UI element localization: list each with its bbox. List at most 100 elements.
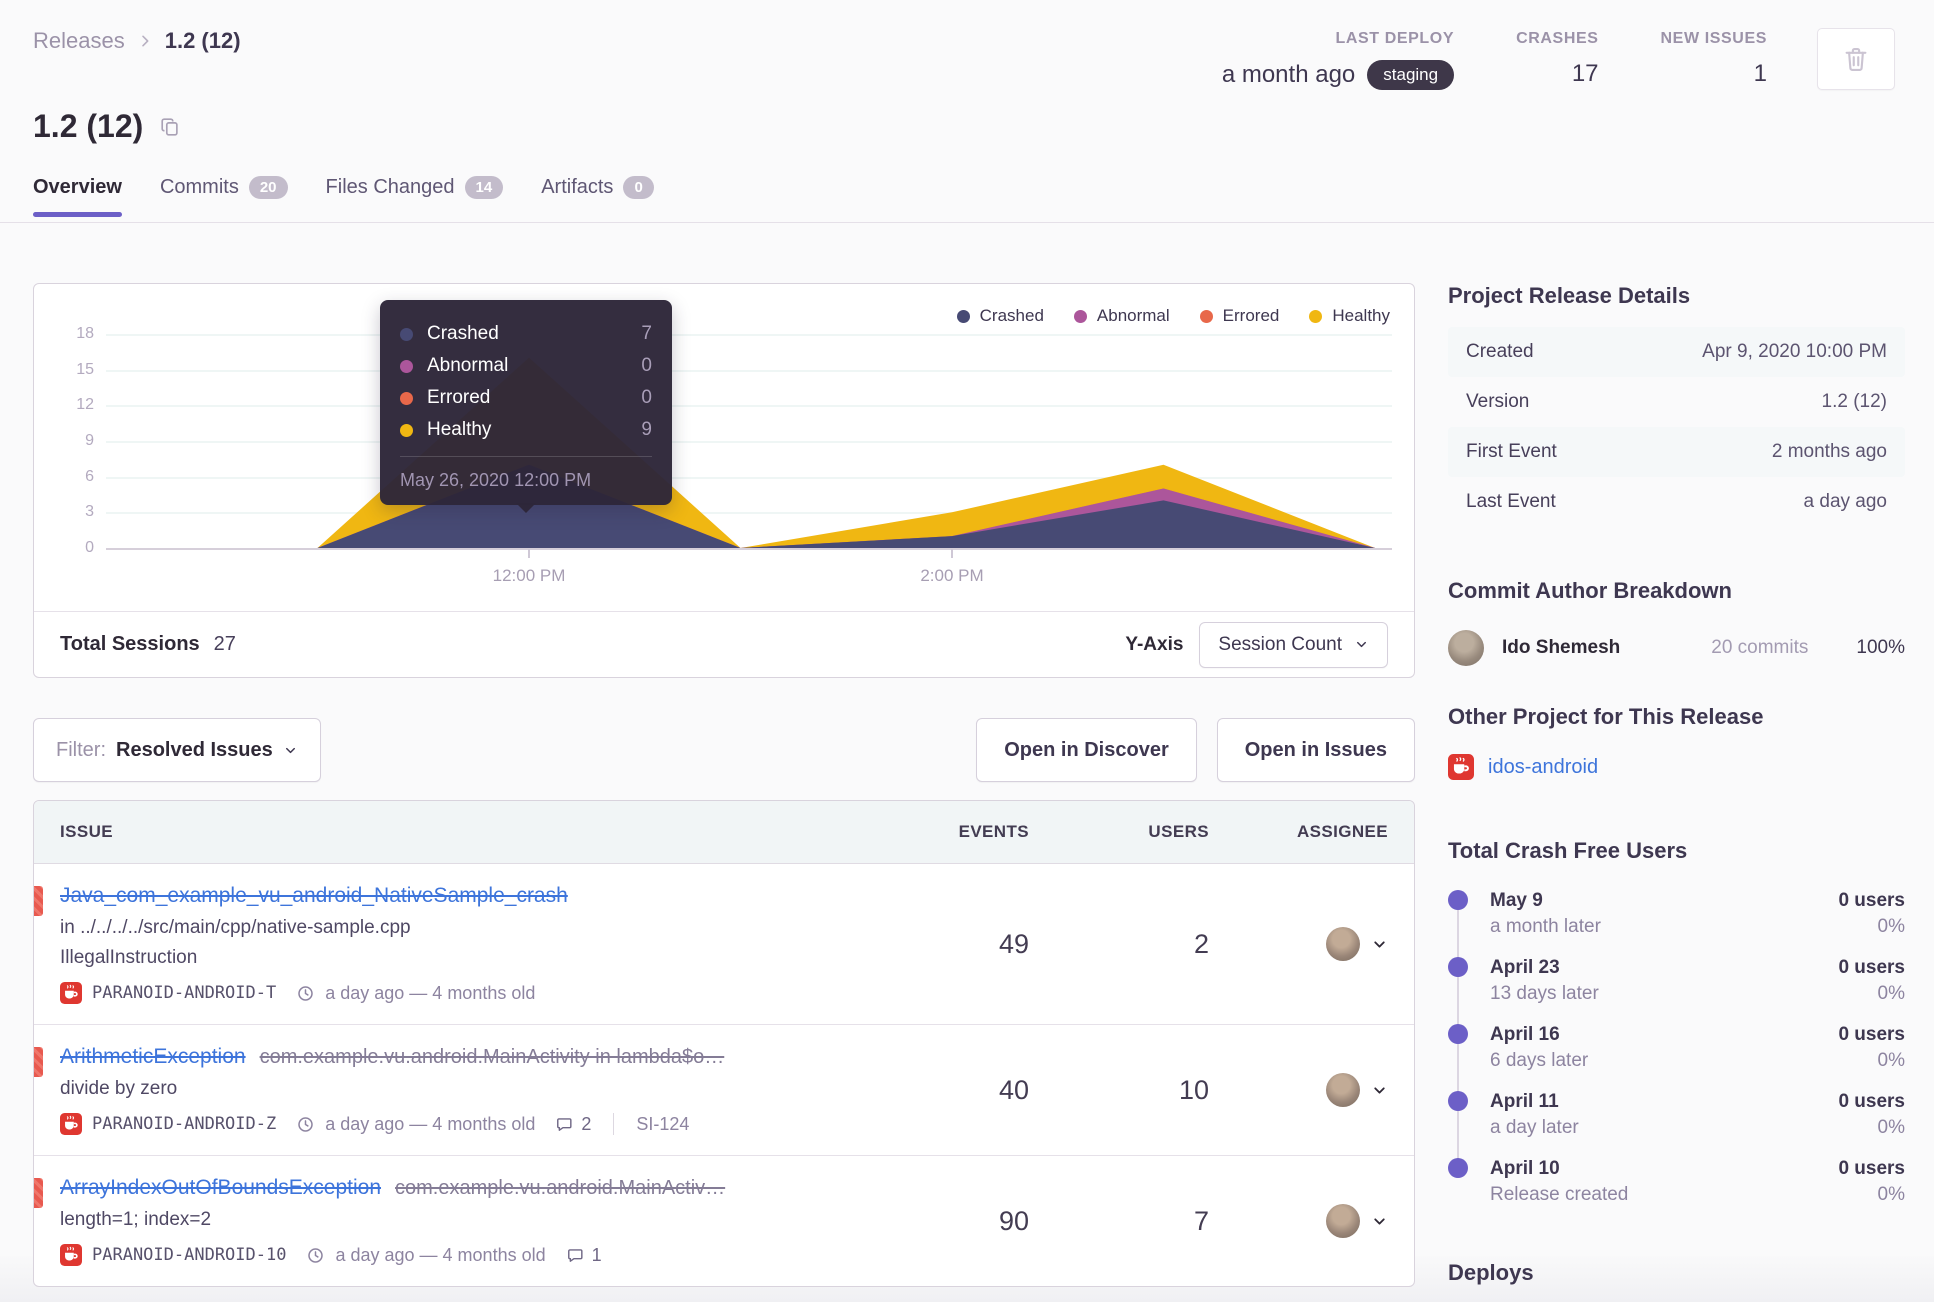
healthy-dot-icon [1309, 309, 1323, 323]
release-overview-page: Releases 1.2 (12) LAST DEPLOY a month ag… [0, 0, 1934, 1302]
timeline-percent: 0% [1877, 983, 1905, 1004]
legend-item-healthy[interactable]: Healthy [1309, 306, 1390, 326]
timeline-dot-icon [1448, 890, 1468, 910]
x-axis-tick-mark [951, 549, 953, 558]
legend-item-errored[interactable]: Errored [1199, 306, 1280, 326]
detail-row: Version 1.2 (12) [1448, 377, 1905, 427]
tab-files-changed[interactable]: Files Changed 14 [326, 176, 504, 215]
assignee-chevron-icon[interactable] [1371, 1213, 1388, 1230]
issue-link[interactable]: ArithmeticException [60, 1045, 246, 1068]
section-title: Project Release Details [1448, 283, 1691, 308]
chart-legend: Crashed Abnormal Errored Healthy [956, 306, 1390, 326]
issue-link[interactable]: Java_com_example_vu_android_NativeSample… [60, 884, 568, 907]
chart-tooltip: Crashed 7 Abnormal 0 Errored 0 Healthy 9 [380, 300, 672, 513]
timeline-percent: 0% [1877, 916, 1905, 937]
page-title: 1.2 (12) [33, 108, 144, 144]
tab-label: Files Changed [325, 176, 455, 198]
legend-item-crashed[interactable]: Crashed [956, 306, 1044, 326]
delete-release-button[interactable] [1817, 28, 1895, 90]
unhandled-indicator [34, 1047, 43, 1077]
sessions-chart-card: 18 15 12 9 6 3 0 12:00 PM 2:00 PM Crashe… [33, 283, 1415, 678]
last-deploy-value: a month ago [1221, 61, 1356, 89]
crashes-value: 17 [1571, 60, 1599, 87]
issue-age: a day ago — 4 months old [335, 1244, 546, 1265]
avatar [1326, 1073, 1360, 1107]
abnormal-dot-icon [400, 359, 413, 373]
java-platform-icon [60, 1244, 82, 1266]
open-in-issues-button[interactable]: Open in Issues [1216, 718, 1415, 782]
release-title-row: 1.2 (12) [33, 108, 183, 145]
timeline-dot-icon [1448, 957, 1468, 977]
detail-label: Last Event [1466, 491, 1556, 512]
java-platform-icon [60, 982, 82, 1004]
author-percent: 100% [1856, 637, 1905, 658]
comment-icon [555, 1115, 574, 1134]
issue-link[interactable]: ArrayIndexOutOfBoundsException [60, 1176, 381, 1199]
detail-label: Version [1466, 391, 1530, 412]
detail-label: Created [1466, 341, 1534, 362]
tab-commits[interactable]: Commits 20 [160, 176, 288, 215]
crashed-dot-icon [400, 327, 413, 341]
other-project-section: Other Project for This Release idos-andr… [1448, 704, 1905, 780]
chevron-down-icon [283, 743, 298, 758]
commit-author-breakdown-section: Commit Author Breakdown Ido Shemesh 20 c… [1448, 578, 1905, 666]
issue-location: in ../../../../src/main/cpp/native-sampl… [60, 917, 411, 938]
list-item: April 11 a day later 0 users 0% [1448, 1089, 1905, 1141]
issues-filter-select[interactable]: Filter: Resolved Issues [33, 718, 321, 782]
x-axis-tick-mark [528, 549, 530, 558]
timeline-dot-icon [1448, 1024, 1468, 1044]
issue-message: length=1; index=2 [60, 1209, 212, 1230]
stat-label: LAST DEPLOY [1335, 30, 1455, 47]
timeline-users: 0 users [1838, 1024, 1905, 1045]
tooltip-value: 0 [641, 355, 652, 376]
issue-age: a day ago — 4 months old [325, 1113, 536, 1134]
x-axis-line [106, 548, 1392, 550]
copy-icon [159, 116, 181, 138]
legend-label: Abnormal [1096, 306, 1170, 325]
tab-overview[interactable]: Overview [33, 176, 122, 217]
tab-artifacts[interactable]: Artifacts 0 [541, 176, 654, 215]
trash-icon [1841, 44, 1871, 74]
clock-icon [296, 984, 315, 1003]
detail-label: First Event [1466, 441, 1557, 462]
list-item: April 16 6 days later 0 users 0% [1448, 1022, 1905, 1074]
assignee-dropdown[interactable] [1209, 1204, 1388, 1238]
avatar [1326, 927, 1360, 961]
tooltip-label: Crashed [427, 323, 499, 344]
breadcrumb-releases-link[interactable]: Releases [33, 28, 125, 54]
healthy-dot-icon [400, 423, 413, 437]
errored-dot-icon [400, 391, 413, 405]
stat-new-issues: NEW ISSUES 1 [1661, 30, 1767, 90]
assignee-chevron-icon[interactable] [1371, 1082, 1388, 1099]
stat-label: CRASHES [1516, 30, 1599, 47]
stat-label: NEW ISSUES [1660, 30, 1767, 47]
breadcrumb-current: 1.2 (12) [164, 28, 241, 53]
open-in-discover-button[interactable]: Open in Discover [976, 718, 1197, 782]
assignee-dropdown[interactable] [1209, 1073, 1388, 1107]
legend-label: Errored [1222, 306, 1280, 325]
legend-item-abnormal[interactable]: Abnormal [1073, 306, 1170, 326]
java-platform-icon [1448, 754, 1474, 780]
assignee-chevron-icon[interactable] [1371, 936, 1388, 953]
copy-version-button[interactable] [157, 114, 183, 140]
detail-row: Last Event a day ago [1448, 477, 1905, 527]
timeline-dot-icon [1448, 1091, 1468, 1111]
chevron-down-icon [1354, 637, 1369, 652]
issue-events-count: 90 [998, 1205, 1029, 1236]
other-project-link[interactable]: idos-android [1488, 756, 1598, 779]
issue-users-count: 10 [1178, 1074, 1209, 1105]
tooltip-label: Errored [427, 387, 491, 408]
filter-selected-value: Resolved Issues [116, 738, 273, 761]
errored-dot-icon [1199, 309, 1213, 323]
comment-icon [566, 1246, 585, 1265]
project-slug: PARANOID-ANDROID-T [92, 983, 277, 1003]
detail-value: Apr 9, 2020 10:00 PM [1702, 341, 1887, 362]
column-issue: ISSUE [60, 822, 114, 841]
timeline-users: 0 users [1838, 957, 1905, 978]
java-platform-icon [60, 1113, 82, 1135]
crash-free-users-section: Total Crash Free Users May 9 a month lat… [1448, 838, 1905, 1223]
timeline-users: 0 users [1838, 1091, 1905, 1112]
y-axis-select[interactable]: Session Count [1199, 621, 1388, 668]
table-row: Java_com_example_vu_android_NativeSample… [34, 864, 1414, 1024]
assignee-dropdown[interactable] [1209, 927, 1388, 961]
